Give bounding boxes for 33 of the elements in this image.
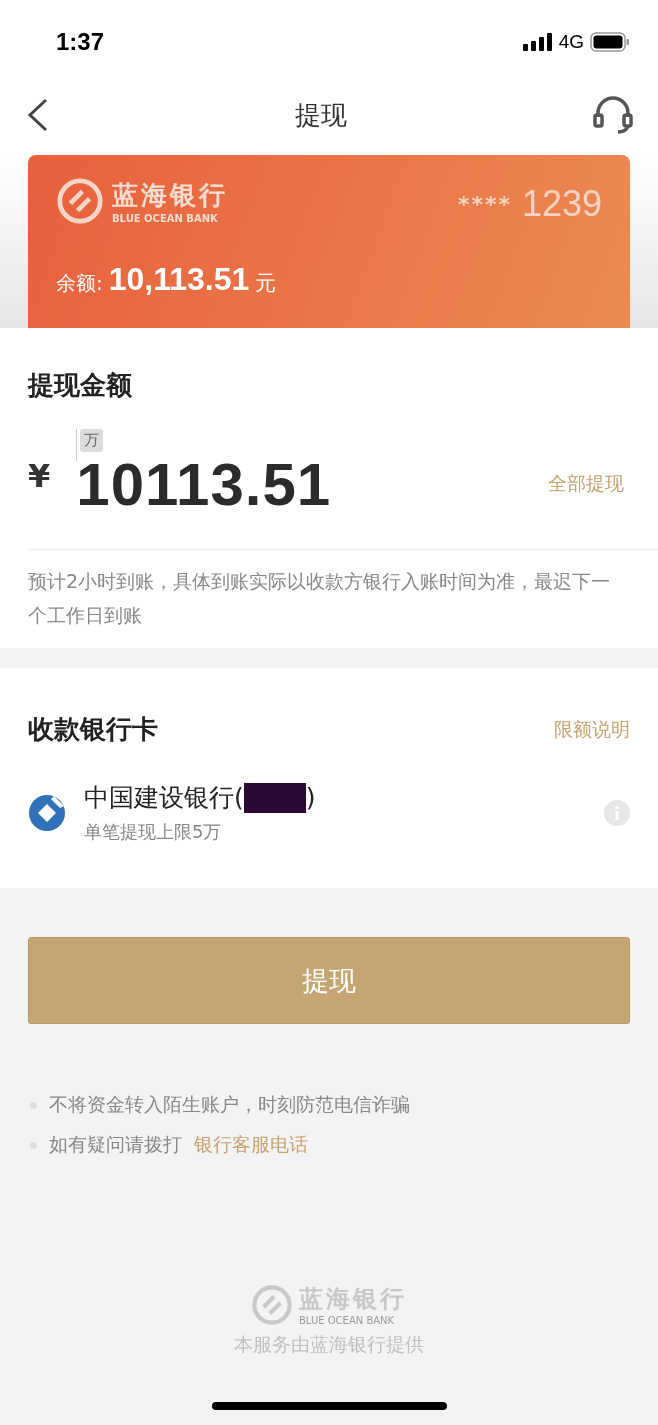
balance-amount: 10,113.51 [108,261,250,298]
bank-name-english: BLUE OCEAN BANK [112,213,219,224]
back-icon[interactable] [26,98,50,132]
card-last-digits: 1239 [521,183,602,225]
page-title: 提现 [295,98,347,132]
unit-hint: 万 [80,429,104,452]
arrival-note: 预计2小时到账，具体到账实际以收款方银行入账时间为准，最迟下一个工作日到账 [28,569,612,628]
amount-field[interactable]: 万 10113.51 [76,429,332,515]
signal-icon [522,32,553,51]
notice-text: 如有疑问请拨打 [49,1132,182,1157]
bank-logo-icon [56,177,104,225]
withdraw-button[interactable]: 提现 [28,937,630,1024]
network-label: 4G [558,30,584,53]
balance-label: 余额: [56,270,103,297]
currency-symbol: ¥ [28,457,51,497]
headset-icon[interactable] [592,95,634,135]
limit-info-link[interactable]: 限额说明 [554,716,630,743]
bank-logo-icon [251,1283,293,1326]
limit-text: 单笔提现上限5万 [84,820,223,844]
status-time: 1:37 [56,27,105,56]
section-title: 收款银行卡 [28,713,158,746]
battery-icon [590,31,630,52]
bank-logo-icon [28,793,66,832]
withdraw-all-link[interactable]: 全部提现 [542,470,630,515]
notice-text: 不将资金转入陌生账户，时刻防范电信诈骗 [49,1092,410,1117]
bank-name: 中国建设银行( [84,782,244,814]
balance-unit: 元 [255,270,277,297]
hotline-link[interactable]: 银行客服电话 [194,1132,308,1158]
footer-bank-name-english: BLUE OCEAN BANK [299,1315,396,1326]
card-number-mask: **** [457,191,512,217]
section-title: 提现金额 [28,369,133,402]
bank-name-bracket: ) [305,783,316,812]
bank-name: 蓝海银行 [112,179,228,212]
